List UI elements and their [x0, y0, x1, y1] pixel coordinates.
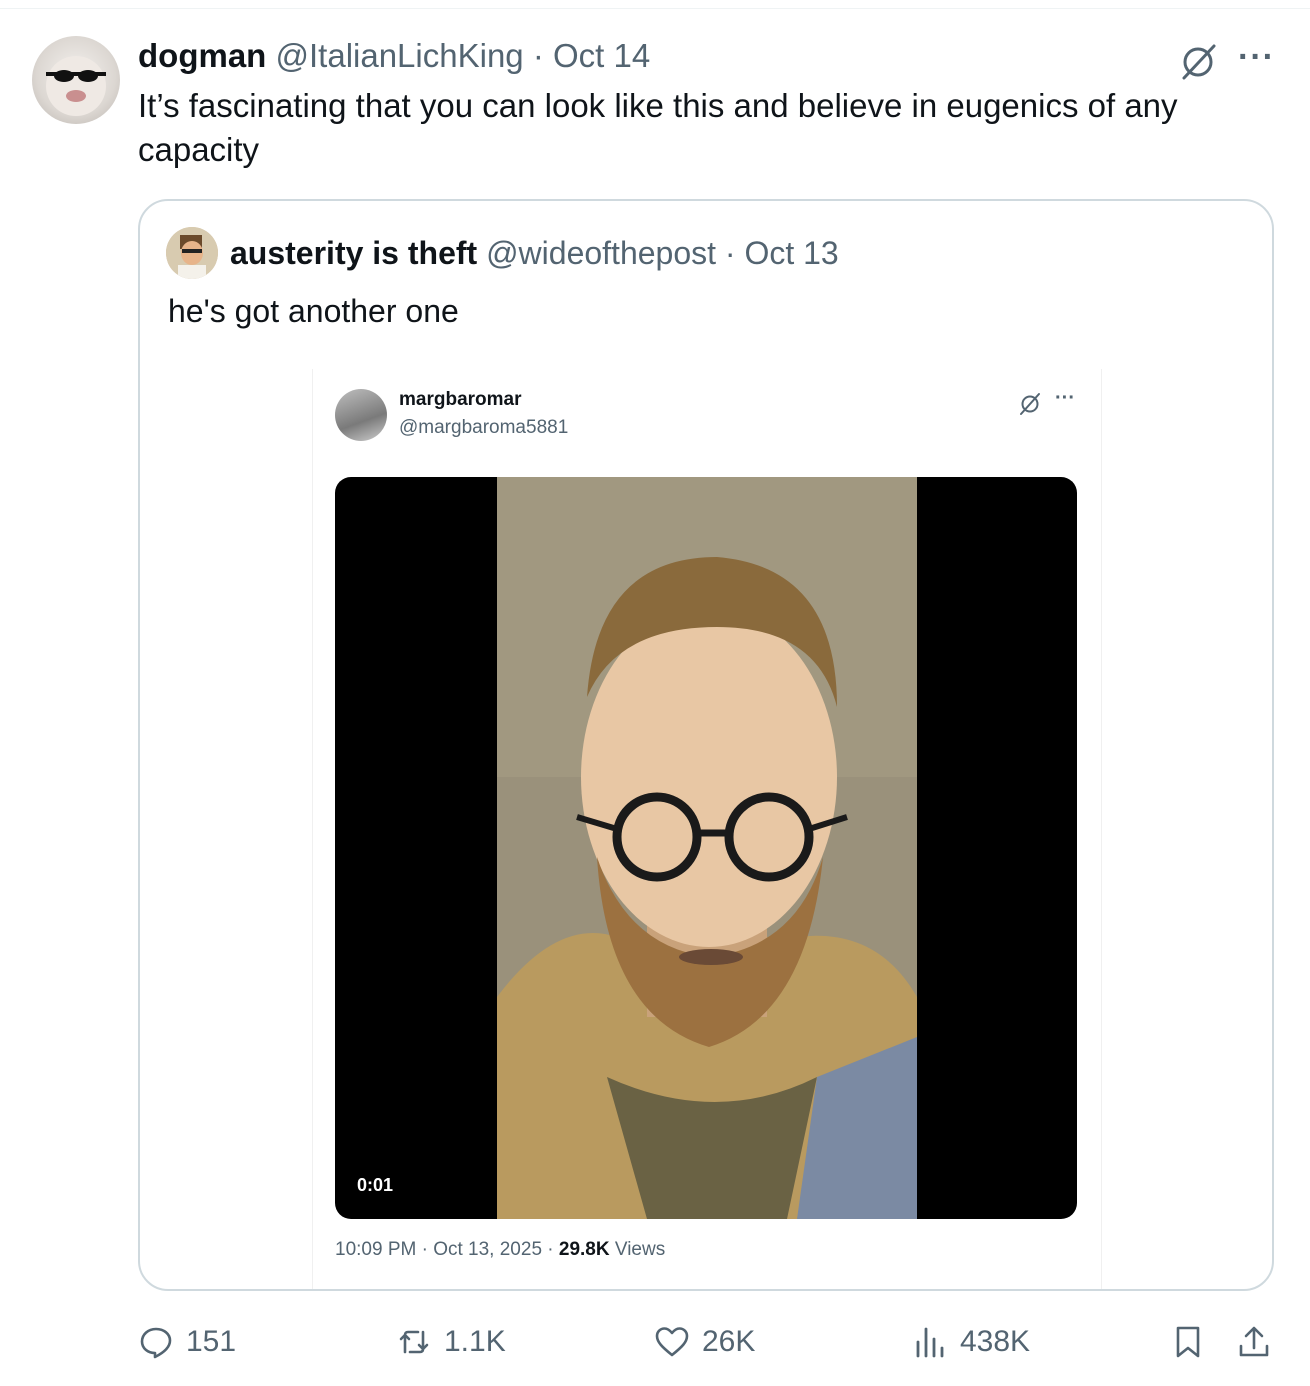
author-handle[interactable]: @ItalianLichKing [276, 37, 524, 74]
share-button[interactable] [1236, 1318, 1272, 1366]
quote-text: he's got another one [168, 293, 459, 329]
views-count: 438K [960, 1325, 1031, 1358]
embedded-more-icon: ··· [1055, 387, 1075, 409]
grok-icon[interactable] [1176, 40, 1220, 84]
bookmark-button[interactable] [1170, 1318, 1206, 1366]
embedded-author-handle: @margbaroma5881 [399, 417, 569, 438]
like-icon [655, 1327, 689, 1357]
embedded-author-name: margbaromar [399, 389, 522, 410]
embedded-author-avatar [335, 389, 387, 441]
reply-count: 151 [186, 1325, 237, 1358]
top-divider [0, 8, 1310, 9]
repost-count: 1.1K [444, 1325, 506, 1358]
views-icon [916, 1327, 944, 1358]
tweet-date[interactable]: Oct 14 [553, 37, 650, 74]
embedded-views-label: Views [609, 1239, 666, 1260]
tweet-header: dogman @ItalianLichKing · Oct 14 [138, 34, 650, 78]
repost-icon [399, 1330, 429, 1354]
author-name[interactable]: dogman [138, 37, 266, 74]
reply-button[interactable]: 151 [138, 1318, 236, 1366]
quote-separator-dot: · [716, 235, 745, 271]
video-player[interactable]: 0:01 [335, 477, 1077, 1219]
video-duration: 0:01 [357, 1175, 394, 1195]
quote-header: austerity is theft @wideofthepost · Oct … [230, 231, 839, 275]
views-button[interactable]: 438K [912, 1318, 1030, 1366]
tweet-text: It’s fascinating that you can look like … [138, 87, 1178, 168]
embedded-grok-icon [1017, 391, 1043, 417]
quoted-tweet-card[interactable]: austerity is theft @wideofthepost · Oct … [138, 199, 1274, 1291]
video-frame [497, 477, 917, 1219]
quote-date[interactable]: Oct 13 [744, 235, 838, 271]
like-count: 26K [702, 1325, 756, 1358]
embedded-post-screenshot[interactable]: margbaromar @margbaroma5881 ··· 0:01 10:… [312, 369, 1102, 1289]
embedded-views-count: 29.8K [558, 1239, 610, 1260]
embedded-timestamp: 10:09 PM · Oct 13, 2025 · [335, 1239, 559, 1260]
quote-author-name[interactable]: austerity is theft [230, 235, 477, 271]
share-icon [1239, 1326, 1269, 1357]
repost-button[interactable]: 1.1K [396, 1318, 506, 1366]
like-button[interactable]: 26K [654, 1318, 755, 1366]
reply-icon [140, 1327, 172, 1359]
embedded-meta: 10:09 PM · Oct 13, 2025 · 29.8K Views [335, 1239, 665, 1261]
author-avatar[interactable] [32, 36, 120, 124]
more-icon[interactable]: ··· [1238, 38, 1275, 77]
quote-author-avatar[interactable] [166, 227, 218, 279]
quote-author-handle[interactable]: @wideofthepost [486, 235, 716, 271]
separator-dot: · [523, 37, 553, 74]
bookmark-icon [1176, 1326, 1200, 1358]
